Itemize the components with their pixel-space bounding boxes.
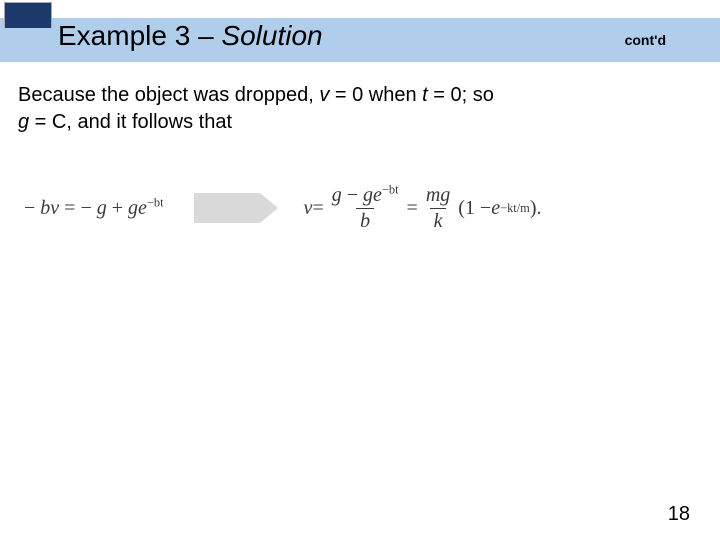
body-text-3: = 0; so	[428, 84, 494, 106]
body-text-4: = C, and it follows that	[29, 111, 232, 133]
eq-e1: e	[138, 197, 147, 219]
frac1-g1: g	[332, 184, 342, 206]
eq-plus: +	[107, 197, 128, 219]
var-v: v	[319, 84, 329, 106]
continued-label: cont'd	[625, 32, 666, 48]
eq-g2: g	[128, 197, 138, 219]
arrow-icon	[194, 193, 260, 223]
frac1-minus: −	[342, 184, 363, 206]
eq-eq2: =	[407, 197, 418, 220]
body-text-1: Because the object was dropped,	[18, 84, 319, 106]
frac1-exp: −bt	[382, 182, 399, 196]
body-text-2: = 0 when	[329, 84, 422, 106]
equation-left: − bv = − g + ge−bt	[24, 197, 164, 220]
frac1-g2: g	[363, 184, 373, 206]
equation-row: − bv = − g + ge−bt v = g − ge−bt b = mg …	[24, 176, 696, 240]
page-number: 18	[668, 503, 690, 526]
eq-g1: g	[97, 197, 107, 219]
eq-minus: −	[24, 197, 40, 219]
eq-eq1: =	[312, 197, 323, 220]
eq-eq-minus: = −	[59, 197, 97, 219]
title-prefix: Example 3 –	[58, 20, 221, 51]
frac1-num: g − ge−bt	[328, 184, 403, 208]
eq-paren-open: (1 −	[458, 197, 491, 220]
slide-tab	[4, 2, 52, 28]
body-paragraph: Because the object was dropped, v = 0 wh…	[18, 82, 658, 136]
frac1-den: b	[356, 208, 374, 233]
title-solution: Solution	[221, 20, 322, 51]
eq-v: v	[304, 197, 313, 220]
frac2-den: k	[430, 208, 447, 233]
equation-right: v = g − ge−bt b = mg k (1 − e−kt/m).	[304, 184, 542, 233]
eq-exp1: −bt	[147, 195, 164, 209]
fraction-2: mg k	[422, 184, 454, 233]
eq-e2: e	[491, 197, 500, 220]
slide-title: Example 3 – Solution	[58, 20, 323, 52]
eq-bv: bv	[40, 197, 59, 219]
eq-paren-close: ).	[530, 197, 542, 220]
frac2-num: mg	[422, 184, 454, 208]
frac1-e: e	[373, 184, 382, 206]
var-g: g	[18, 111, 29, 133]
fraction-1: g − ge−bt b	[328, 184, 403, 233]
